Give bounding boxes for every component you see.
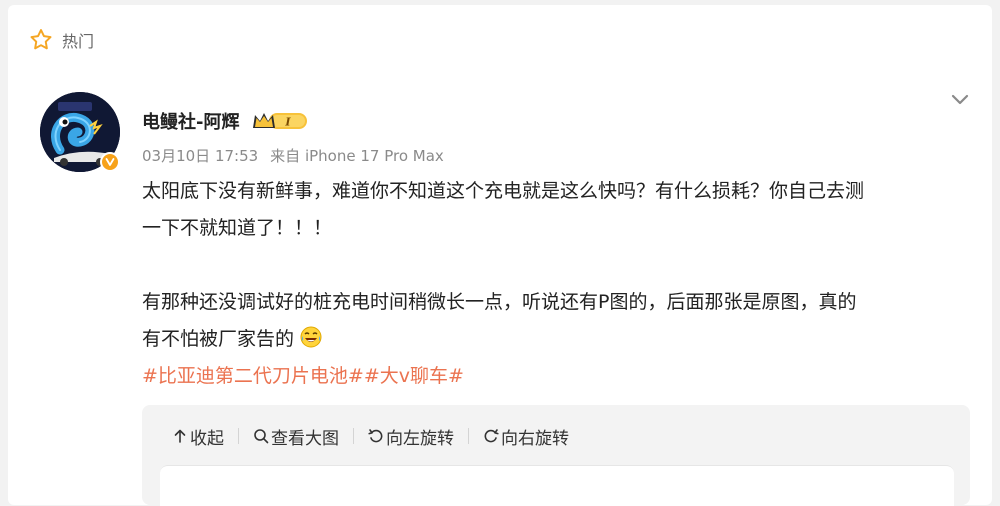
hashtag-line: #比亚迪第二代刀片电池##大v聊车# — [142, 358, 962, 395]
rotate-right-icon — [484, 429, 499, 443]
chevron-down-icon[interactable] — [948, 87, 972, 111]
view-large-button[interactable]: 查看大图 — [253, 424, 339, 449]
rotate-right-label: 向右旋转 — [501, 428, 569, 449]
post-meta: 03月10日 17:53 来自 iPhone 17 Pro Max — [142, 143, 444, 167]
rank-crown-icon[interactable]: I — [251, 110, 309, 132]
post-line: 一下不就知道了！！！ — [142, 217, 333, 239]
rank-badge-text: I — [285, 116, 292, 129]
post-body: 太阳底下没有新鲜事，难道你不知道这个充电就是这么快吗？有什么损耗？你自己去测 一… — [142, 173, 962, 395]
author-avatar[interactable] — [40, 92, 120, 172]
post-line: 有不怕被厂家告的 — [142, 321, 962, 358]
hashtag-link[interactable]: #比亚迪第二代刀片电池# — [142, 365, 364, 387]
post-line-text: 有不怕被厂家告的 — [142, 328, 295, 350]
toolbar-divider — [353, 428, 354, 444]
collapse-label: 收起 — [190, 428, 224, 449]
star-icon — [30, 29, 52, 50]
section-label: 热门 — [62, 32, 95, 51]
arrow-up-icon — [174, 429, 186, 443]
author-row: 电鳗社-阿辉 I — [142, 105, 309, 137]
view-large-label: 查看大图 — [271, 428, 339, 449]
collapse-button[interactable]: 收起 — [172, 424, 224, 449]
laughing-tears-emoji-icon — [300, 326, 322, 348]
post-line: 有那种还没调试好的桩充电时间稍微长一点，听说还有P图的，后面那张是原图，真的 — [142, 291, 857, 313]
hashtag-link[interactable]: #大v聊车# — [364, 365, 464, 387]
section-header: 热门 — [28, 25, 94, 55]
toolbar-divider — [468, 428, 469, 444]
verified-badge-icon — [100, 152, 120, 172]
rotate-left-icon — [368, 429, 383, 443]
media-toolbar: 收起 查看大图 向左旋转 向右旋转 — [172, 423, 569, 449]
author-name[interactable]: 电鳗社-阿辉 — [142, 108, 239, 134]
weibo-post-card: 热门 电鳗社-阿辉 I 03月10日 17:53 来自 iPhone 17 Pr… — [8, 5, 992, 506]
rotate-right-button[interactable]: 向右旋转 — [483, 424, 569, 449]
post-source: 来自 iPhone 17 Pro Max — [270, 146, 444, 165]
rotate-left-button[interactable]: 向左旋转 — [368, 424, 454, 449]
post-line: 太阳底下没有新鲜事，难道你不知道这个充电就是这么快吗？有什么损耗？你自己去测 — [142, 180, 865, 202]
media-viewer: 收起 查看大图 向左旋转 向右旋转 — [142, 405, 970, 506]
toolbar-divider — [238, 428, 239, 444]
post-date[interactable]: 03月10日 17:53 — [142, 145, 258, 166]
post-image[interactable] — [160, 465, 954, 506]
rotate-left-label: 向左旋转 — [386, 428, 454, 449]
search-icon — [254, 429, 269, 444]
